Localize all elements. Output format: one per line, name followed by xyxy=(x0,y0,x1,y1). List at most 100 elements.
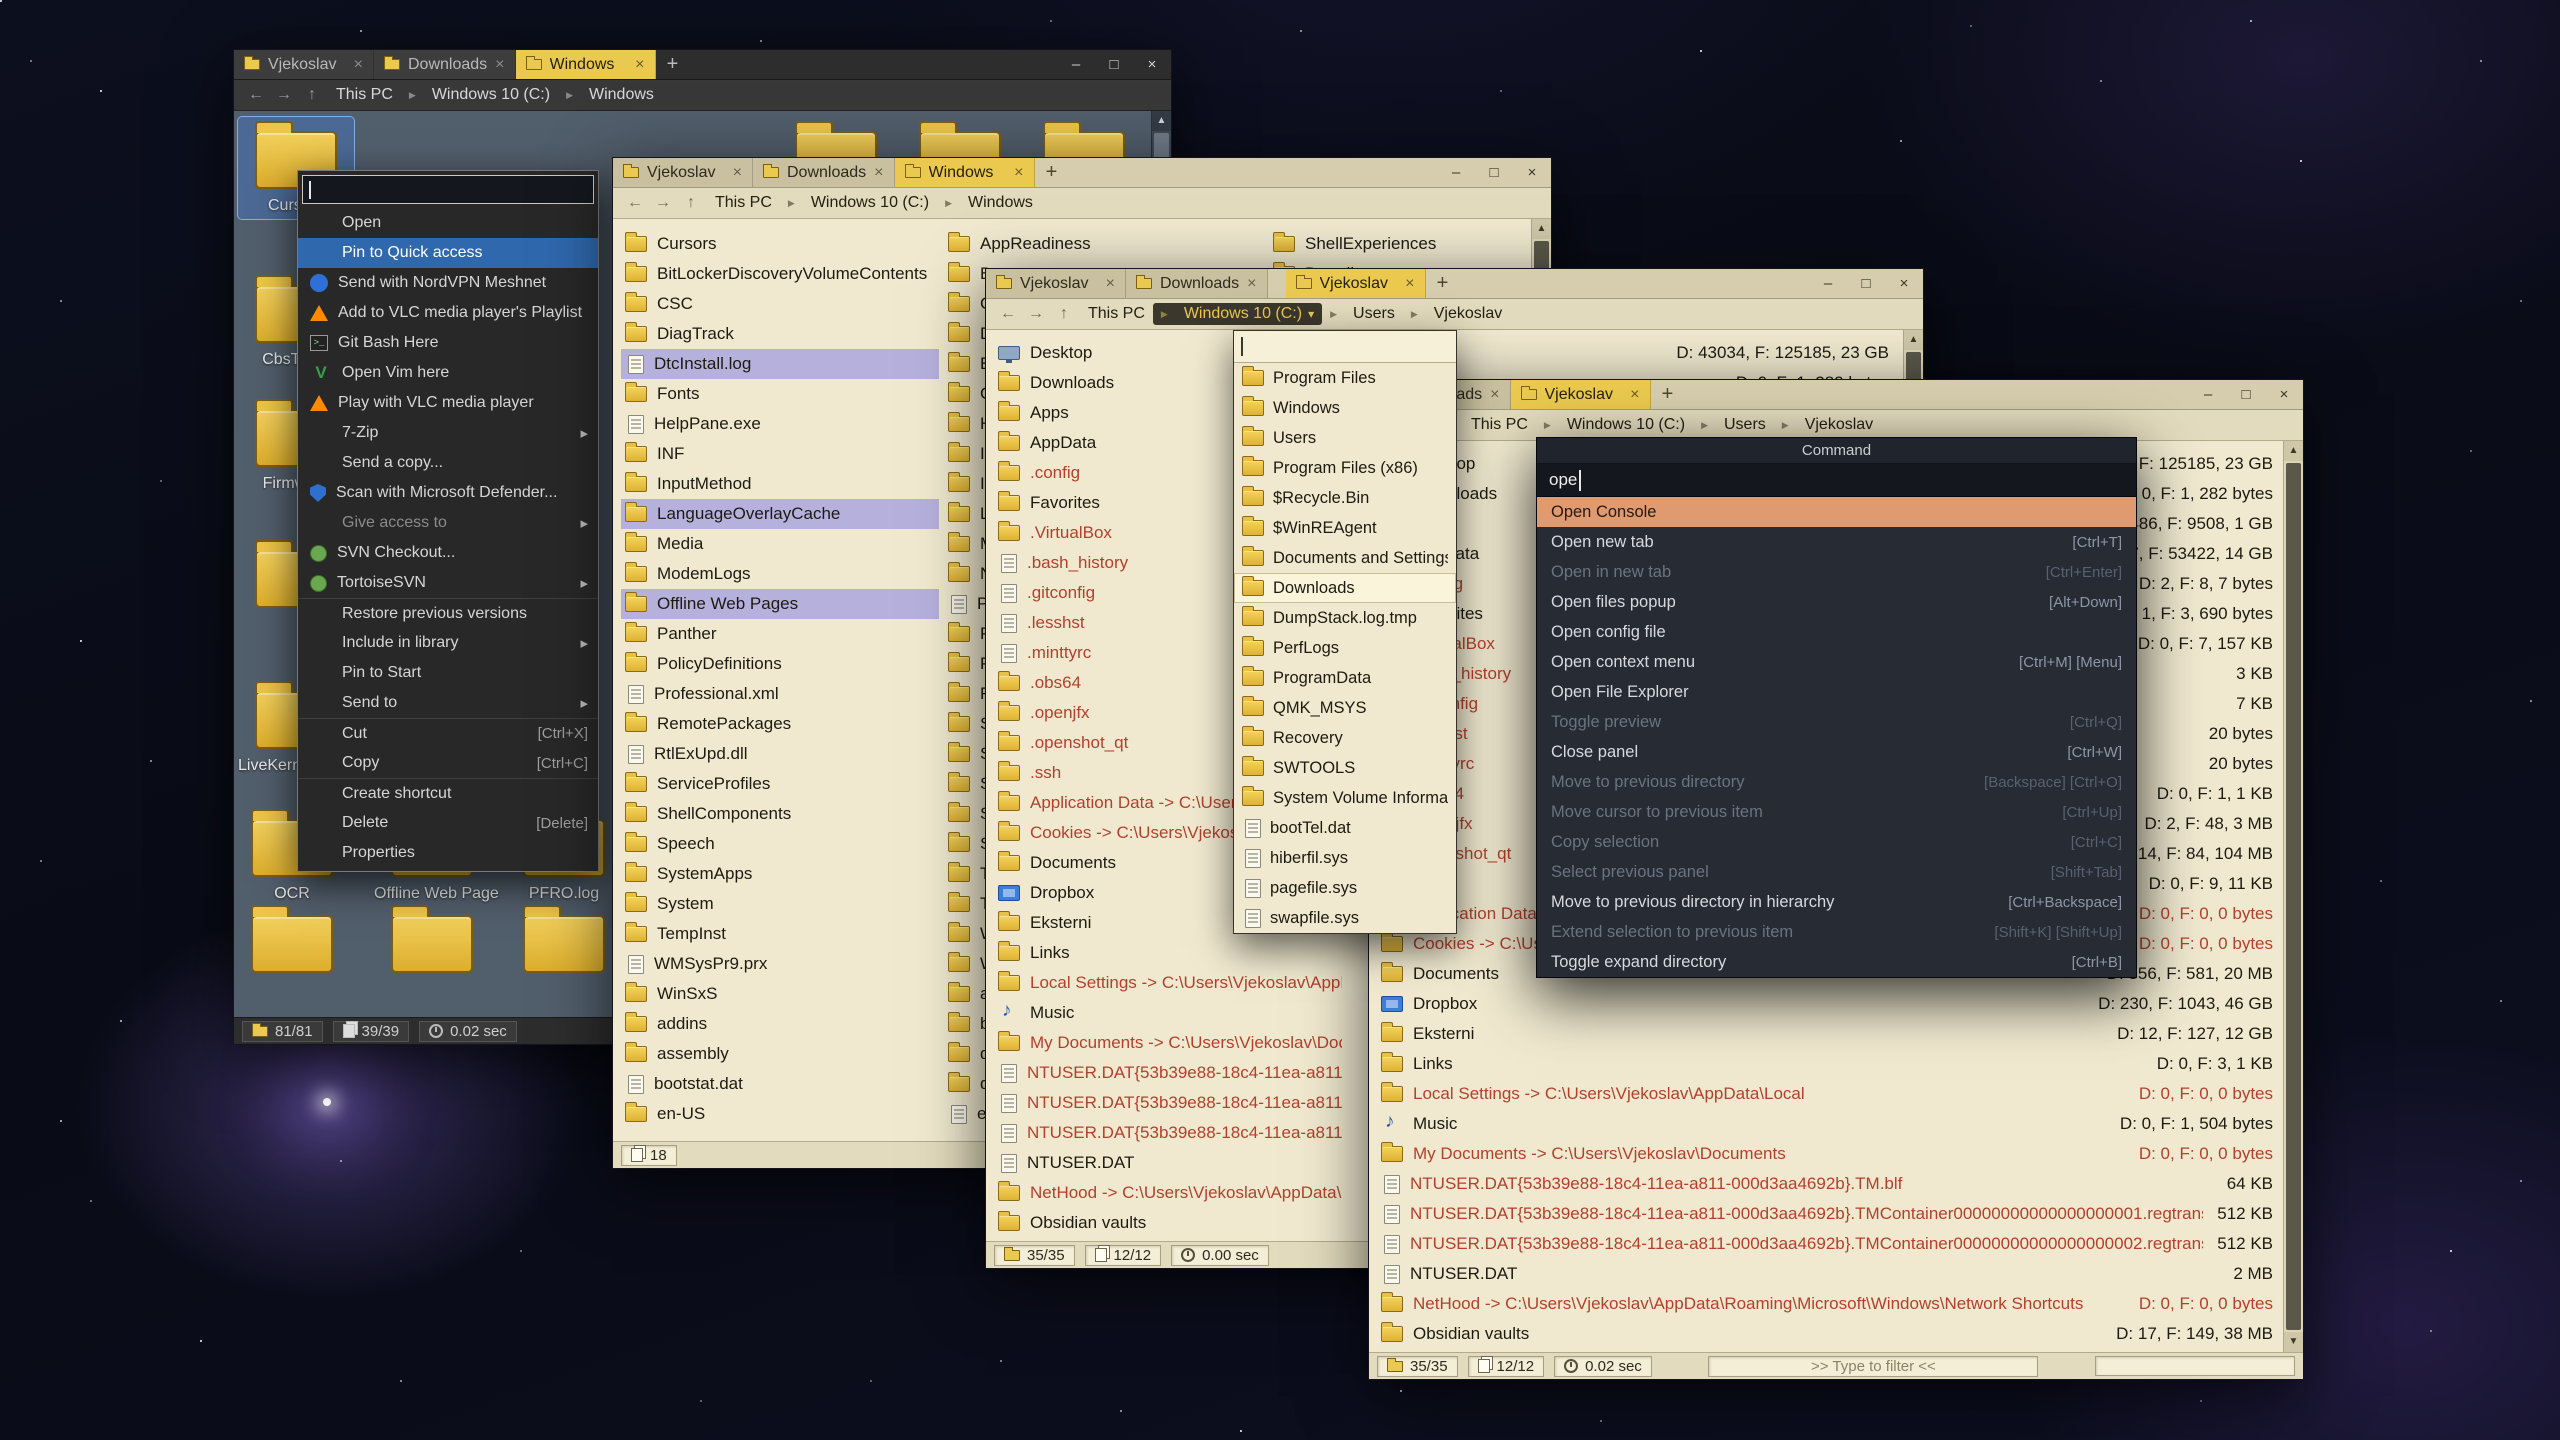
command-item[interactable]: Copy selection [Ctrl+C] xyxy=(1537,827,2136,857)
breadcrumb-segment[interactable]: This PC xyxy=(707,192,780,214)
file-row[interactable]: SystemApps xyxy=(621,859,939,889)
context-menu-item[interactable]: Include in library xyxy=(298,628,598,658)
scroll-up-icon[interactable] xyxy=(1152,111,1171,131)
file-row[interactable]: addins xyxy=(621,1009,939,1039)
close-tab-icon[interactable] xyxy=(1490,386,1499,404)
breadcrumb-segment[interactable]: Users xyxy=(1322,303,1403,325)
command-item[interactable]: Open context menu [Ctrl+M] [Menu] xyxy=(1537,647,2136,677)
context-menu-item[interactable]: Delete [Delete] xyxy=(298,808,598,838)
dropdown-item[interactable]: Program Files (x86) xyxy=(1234,453,1456,483)
file-row[interactable]: Eksterni D: 12, F: 127, 12 GB xyxy=(1377,1019,2277,1049)
titlebar[interactable]: Vjekoslav Downloads Vjekoslav xyxy=(986,269,1923,299)
context-menu-item[interactable]: Pin to Start xyxy=(298,658,598,688)
file-row[interactable]: Music xyxy=(994,998,1346,1028)
tab[interactable]: Vjekoslav xyxy=(234,50,374,79)
context-menu-item[interactable]: Add to VLC media player's Playlist xyxy=(298,298,598,328)
minimize-button[interactable] xyxy=(1057,50,1095,79)
close-button[interactable] xyxy=(2265,380,2303,409)
file-row[interactable]: ShellComponents xyxy=(621,799,939,829)
dropdown-item[interactable]: ProgramData xyxy=(1234,663,1456,693)
file-row[interactable]: NTUSER.DAT xyxy=(994,1148,1346,1178)
file-row[interactable]: Cursors xyxy=(621,229,939,259)
tab[interactable]: Vjekoslav xyxy=(1511,380,1651,409)
context-menu-item[interactable]: Open Vim here xyxy=(298,358,598,388)
titlebar[interactable]: Downloads Vjekoslav xyxy=(1369,380,2303,410)
context-menu-item[interactable]: TortoiseSVN xyxy=(298,568,598,598)
forward-icon[interactable] xyxy=(1024,305,1048,323)
titlebar[interactable]: Vjekoslav Downloads Windows xyxy=(613,158,1551,188)
file-row[interactable]: NetHood -> C:\Users\Vjekoslav\AppData\Ro… xyxy=(994,1178,1346,1208)
context-menu-item[interactable]: Play with VLC media player xyxy=(298,388,598,418)
command-item[interactable]: Open config file xyxy=(1537,617,2136,647)
breadcrumb-segment[interactable]: Windows 10 (C:) xyxy=(1536,414,1693,436)
dropdown-item[interactable]: PerfLogs xyxy=(1234,633,1456,663)
dropdown-path-input[interactable] xyxy=(1234,331,1456,363)
up-icon[interactable] xyxy=(679,194,703,212)
new-tab-button[interactable] xyxy=(1035,158,1069,187)
dropdown-item[interactable]: Downloads xyxy=(1234,573,1456,603)
breadcrumb-segment[interactable]: Windows xyxy=(937,192,1041,214)
file-row[interactable]: NTUSER.DAT 2 MB xyxy=(1377,1259,2277,1289)
file-row[interactable]: AppReadiness xyxy=(944,229,1262,259)
dropdown-item[interactable]: System Volume Information xyxy=(1234,783,1456,813)
scroll-down-icon[interactable] xyxy=(2284,1332,2303,1352)
dropdown-item[interactable]: Documents and Settings xyxy=(1234,543,1456,573)
file-row[interactable]: NTUSER.DAT{53b39e88-18c4-11ea-a811-000d3… xyxy=(1377,1199,2277,1229)
file-row[interactable]: NTUSER.DAT{53b39e88-18c4-11ea-a811-000d3… xyxy=(994,1058,1346,1088)
new-tab-button[interactable] xyxy=(1426,269,1460,298)
dropdown-item[interactable]: $Recycle.Bin xyxy=(1234,483,1456,513)
forward-icon[interactable] xyxy=(272,86,296,104)
command-item[interactable]: Open Console xyxy=(1537,497,2136,527)
context-menu-item[interactable]: Open xyxy=(298,208,598,238)
file-row[interactable]: HelpPane.exe xyxy=(621,409,939,439)
command-item[interactable]: Toggle expand directory [Ctrl+B] xyxy=(1537,947,2136,977)
command-item[interactable]: Open in new tab [Ctrl+Enter] xyxy=(1537,557,2136,587)
command-item[interactable]: Move to previous directory [Backspace] [… xyxy=(1537,767,2136,797)
context-menu-item[interactable]: Send to xyxy=(298,688,598,718)
context-menu-item[interactable]: Properties xyxy=(298,838,598,868)
file-row[interactable]: NTUSER.DAT{53b39e88-18c4-11ea-a811-000d3… xyxy=(994,1088,1346,1118)
dropdown-item[interactable]: pagefile.sys xyxy=(1234,873,1456,903)
breadcrumb-segment[interactable]: Vjekoslav xyxy=(1774,414,1881,436)
context-menu-filter-input[interactable] xyxy=(302,175,594,204)
file-row[interactable]: LanguageOverlayCache xyxy=(621,499,939,529)
dropdown-item[interactable]: Users xyxy=(1234,423,1456,453)
file-row[interactable]: RtlExUpd.dll xyxy=(621,739,939,769)
forward-icon[interactable] xyxy=(651,194,675,212)
scroll-up-icon[interactable] xyxy=(1904,330,1923,350)
context-menu-item[interactable]: Restore previous versions xyxy=(298,598,598,628)
file-icon-cell[interactable] xyxy=(234,901,350,985)
maximize-button[interactable] xyxy=(1475,158,1513,187)
file-icon-cell[interactable] xyxy=(506,901,622,985)
command-item[interactable]: Move to previous directory in hierarchy … xyxy=(1537,887,2136,917)
file-row[interactable]: PolicyDefinitions xyxy=(621,649,939,679)
command-item[interactable]: Toggle preview [Ctrl+Q] xyxy=(1537,707,2136,737)
close-tab-icon[interactable] xyxy=(1014,164,1023,182)
close-tab-icon[interactable] xyxy=(1630,386,1639,404)
file-row[interactable]: CSC xyxy=(621,289,939,319)
command-item[interactable]: Extend selection to previous item [Shift… xyxy=(1537,917,2136,947)
breadcrumb-segment[interactable]: Windows xyxy=(558,84,662,106)
maximize-button[interactable] xyxy=(1095,50,1133,79)
tab[interactable]: Downloads xyxy=(1126,269,1268,298)
dropdown-item[interactable]: swapfile.sys xyxy=(1234,903,1456,933)
command-item[interactable]: Select previous panel [Shift+Tab] xyxy=(1537,857,2136,887)
scroll-up-icon[interactable] xyxy=(1532,219,1551,239)
file-row[interactable]: System xyxy=(621,889,939,919)
dropdown-item[interactable]: Windows xyxy=(1234,393,1456,423)
context-menu-item[interactable]: Cut [Ctrl+X] xyxy=(298,718,598,748)
back-icon[interactable] xyxy=(623,194,647,212)
tab[interactable]: Windows xyxy=(895,158,1035,187)
new-tab-button[interactable] xyxy=(656,50,690,79)
maximize-button[interactable] xyxy=(1847,269,1885,298)
context-menu-item[interactable]: Git Bash Here xyxy=(298,328,598,358)
file-row[interactable]: ServiceProfiles xyxy=(621,769,939,799)
file-row[interactable]: Fonts xyxy=(621,379,939,409)
file-row[interactable]: Speech xyxy=(621,829,939,859)
file-row[interactable]: ShellExperiences xyxy=(1269,229,1551,259)
file-row[interactable]: Professional.xml xyxy=(621,679,939,709)
file-row[interactable]: Dropbox D: 230, F: 1043, 46 GB xyxy=(1377,989,2277,1019)
dropdown-item[interactable]: SWTOOLS xyxy=(1234,753,1456,783)
file-row[interactable]: assembly xyxy=(621,1039,939,1069)
context-menu-item[interactable]: Create shortcut xyxy=(298,778,598,808)
